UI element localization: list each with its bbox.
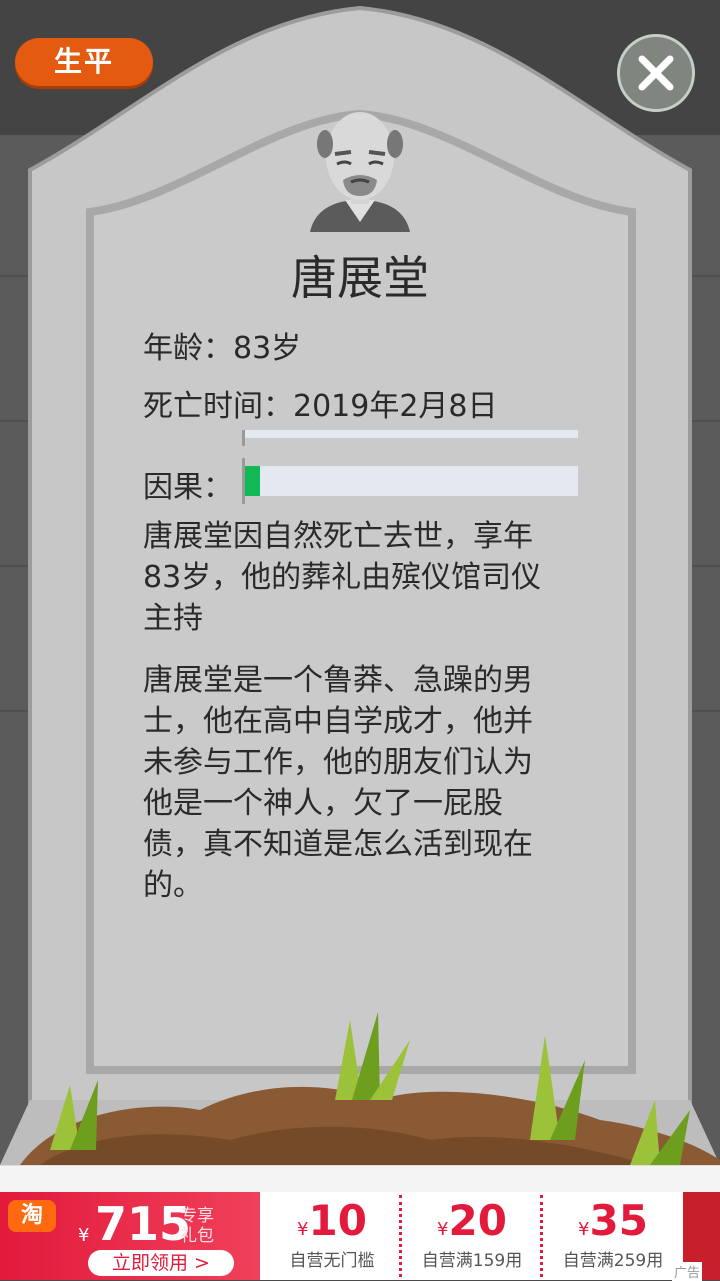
coupon-currency: ¥ [297,1219,309,1240]
ad-main-amount: 715 [95,1197,192,1251]
taobao-logo-icon: 淘 [8,1200,56,1232]
elderly-man-avatar-icon [310,112,410,232]
death-date-text: 死亡时间：2019年2月8日 [143,389,498,424]
karma-label: 因果： [143,470,233,505]
scrolled-stat-tick [242,430,245,446]
coupon-caption: 自营无门槛 [289,1251,375,1271]
ad-divider [0,1165,720,1193]
death-summary-text: 唐展堂因自然死亡去世，享年83岁，他的葬礼由殡仪馆司仪主持 [143,519,542,636]
coupon-amount: 20 [448,1196,507,1245]
deceased-name: 唐展堂 [291,251,429,305]
ad-main-caption: 专享礼包 [180,1206,214,1246]
coupon-amount: 35 [589,1196,648,1245]
coupon-caption: 自营满159用 [421,1251,523,1271]
coupon-currency: ¥ [578,1219,590,1240]
close-icon [638,55,674,91]
ad-coupon-20[interactable]: ¥20 自营满159用 [402,1192,542,1280]
ad-label: 广告 [672,1262,703,1281]
coupon-currency: ¥ [437,1219,449,1240]
coupon-amount: 10 [308,1196,367,1245]
ad-coupon-35[interactable]: ¥35 自营满259用 [543,1192,683,1280]
ad-claim-button[interactable]: 立即领用 > [88,1250,234,1276]
karma-progress-fill [243,466,260,496]
biography-tab-button[interactable]: 生平 [15,38,153,86]
karma-bar-tick [242,458,245,504]
karma-progress-bar [243,466,578,496]
close-button[interactable] [617,34,695,112]
scrolled-stat-bar [243,430,578,438]
coupon-caption: 自营满259用 [562,1251,664,1271]
age-text: 年龄：83岁 [143,331,302,366]
ad-currency: ¥ [78,1225,90,1246]
ad-coupon-10[interactable]: ¥10 自营无门槛 [262,1192,402,1280]
biography-text: 唐展堂是一个鲁莽、急躁的男士，他在高中自学成才，他并未参与工作，他的朋友们认为他… [143,663,533,903]
